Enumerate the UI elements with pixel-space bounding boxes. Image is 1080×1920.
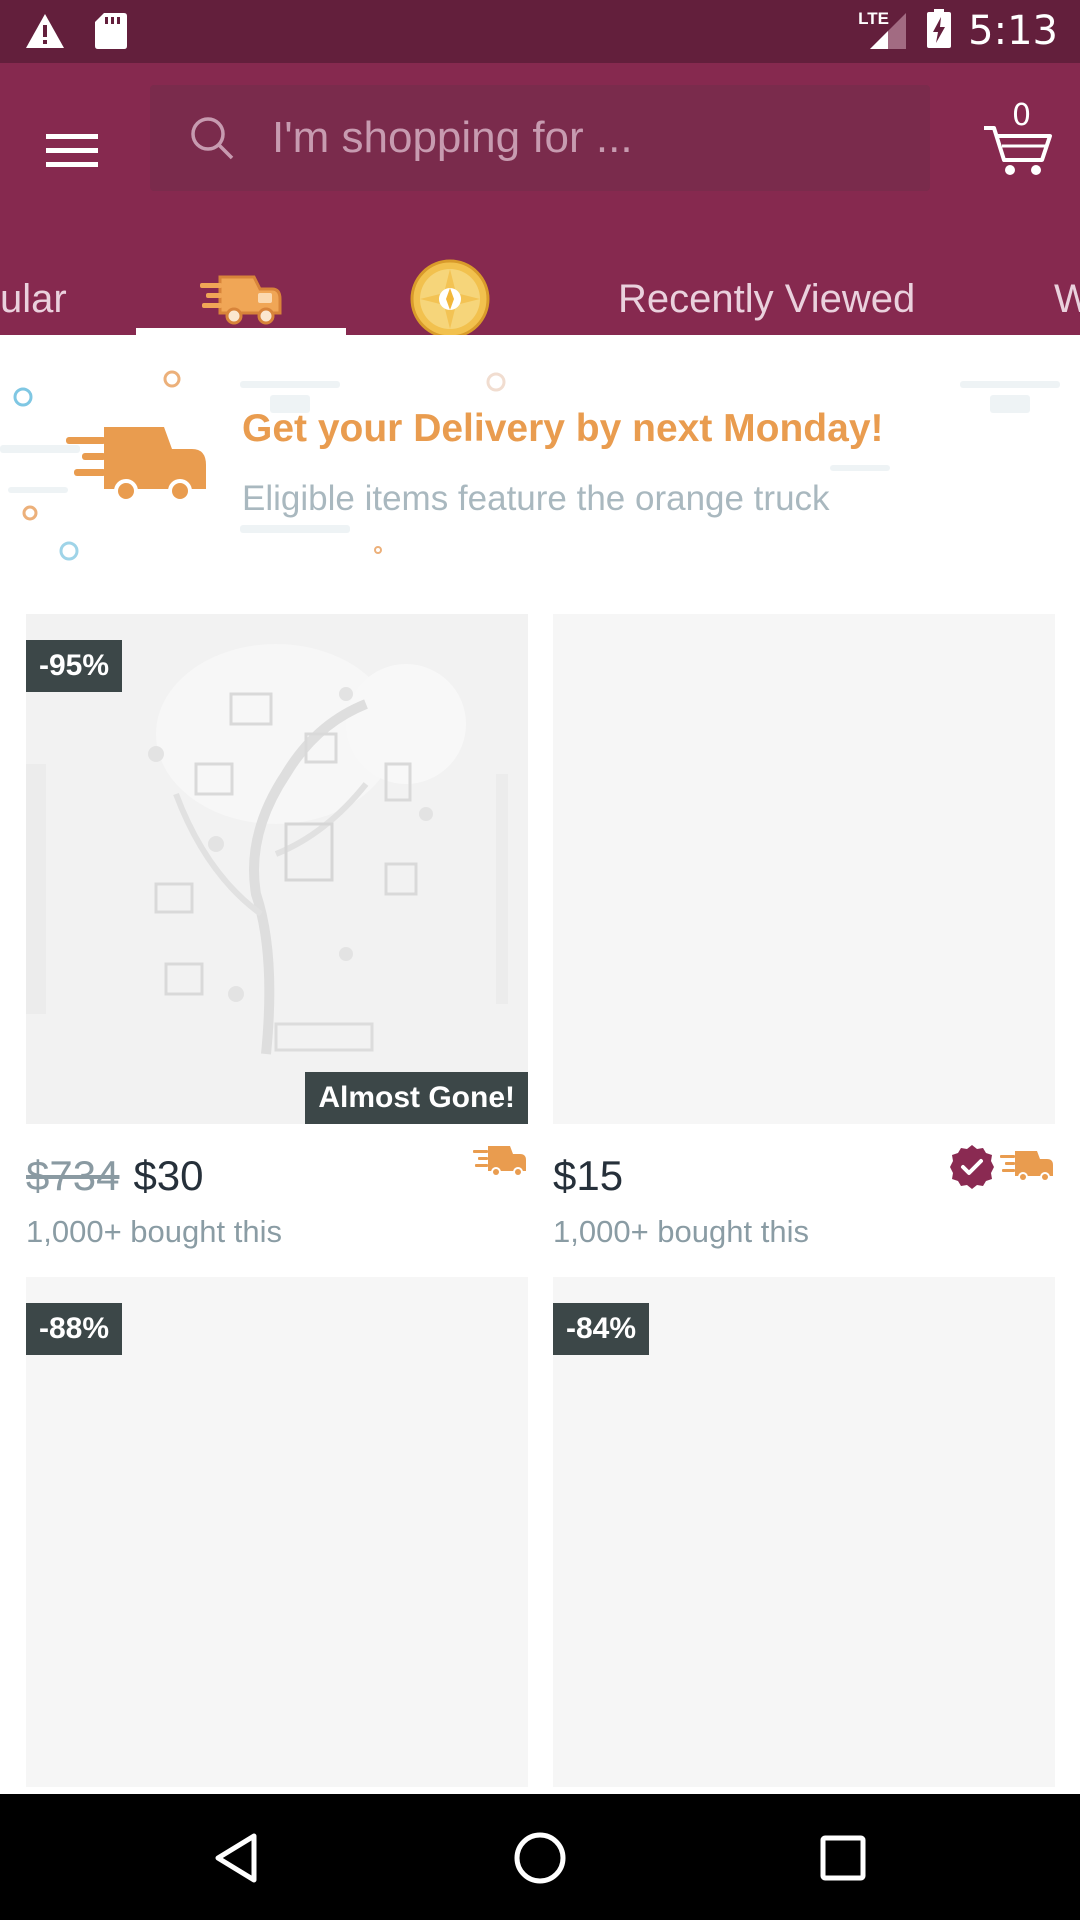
clock: 5:13 (968, 8, 1058, 54)
tab-label: ular (0, 276, 67, 321)
tab-wishlist[interactable]: W (1054, 263, 1080, 335)
purchase-count: 1,000+ bought this (26, 1214, 282, 1249)
banner-title: Get your Delivery by next Monday! (242, 407, 884, 450)
verified-badge-icon (950, 1145, 994, 1189)
category-tabs: ular Recently Viewed W (0, 259, 1080, 339)
tab-selected-indicator (136, 328, 346, 335)
delivery-truck-icon (1000, 1151, 1053, 1182)
cart-button[interactable]: 0 (982, 98, 1056, 178)
delivery-truck-icon (66, 427, 206, 503)
price-row: $15 (553, 1152, 623, 1200)
discount-badge: -88% (26, 1303, 123, 1355)
signal-icon: LTE (858, 9, 910, 53)
product-image[interactable]: -95% Almost Gone! (26, 614, 528, 1124)
status-bar: LTE 5:13 (0, 0, 1080, 63)
delivery-truck-icon (473, 1146, 526, 1177)
tab-label: W (1054, 276, 1080, 321)
back-icon (215, 1833, 257, 1883)
delivery-truck-icon (200, 275, 282, 325)
shipping-badges (472, 1144, 528, 1180)
tab-label: Recently Viewed (618, 276, 916, 321)
search-input[interactable] (272, 113, 872, 163)
sd-card-icon (94, 12, 128, 55)
tab-popular[interactable]: ular (0, 263, 67, 335)
price: $15 (553, 1152, 624, 1199)
search-bar[interactable] (150, 85, 930, 191)
battery-charging-icon (926, 8, 952, 54)
tab-delivery[interactable] (198, 263, 284, 335)
recents-icon (820, 1835, 866, 1881)
discount-badge: -84% (553, 1303, 650, 1355)
product-image[interactable]: -84% (553, 1277, 1055, 1787)
original-price: $734 (26, 1152, 120, 1199)
shipping-badges (949, 1144, 1055, 1190)
purchase-count: 1,000+ bought this (553, 1214, 809, 1249)
banner-subtitle: Eligible items feature the orange truck (242, 479, 830, 518)
tab-blitz-buy[interactable] (410, 259, 490, 339)
warning-icon (24, 12, 66, 55)
menu-icon (46, 134, 98, 167)
product-image[interactable]: -88% (26, 1277, 528, 1787)
recents-button[interactable] (807, 1822, 879, 1894)
home-button[interactable] (504, 1822, 576, 1894)
delivery-banner[interactable]: Get your Delivery by next Monday! Eligib… (0, 335, 1080, 575)
search-icon (186, 112, 238, 164)
cart-icon (984, 126, 1052, 175)
system-nav-bar (0, 1794, 1080, 1920)
menu-button[interactable] (36, 115, 108, 187)
tab-recently-viewed[interactable]: Recently Viewed (618, 263, 915, 335)
blitz-buy-icon (410, 259, 490, 339)
back-button[interactable] (200, 1822, 272, 1894)
price-row: $734 $30 (26, 1152, 204, 1200)
home-icon (514, 1832, 566, 1884)
discount-badge: -95% (26, 640, 123, 692)
product-image[interactable] (553, 614, 1055, 1124)
app-bar: 0 ular (0, 63, 1080, 339)
almost-gone-tag: Almost Gone! (305, 1072, 528, 1124)
price: $30 (133, 1152, 204, 1199)
